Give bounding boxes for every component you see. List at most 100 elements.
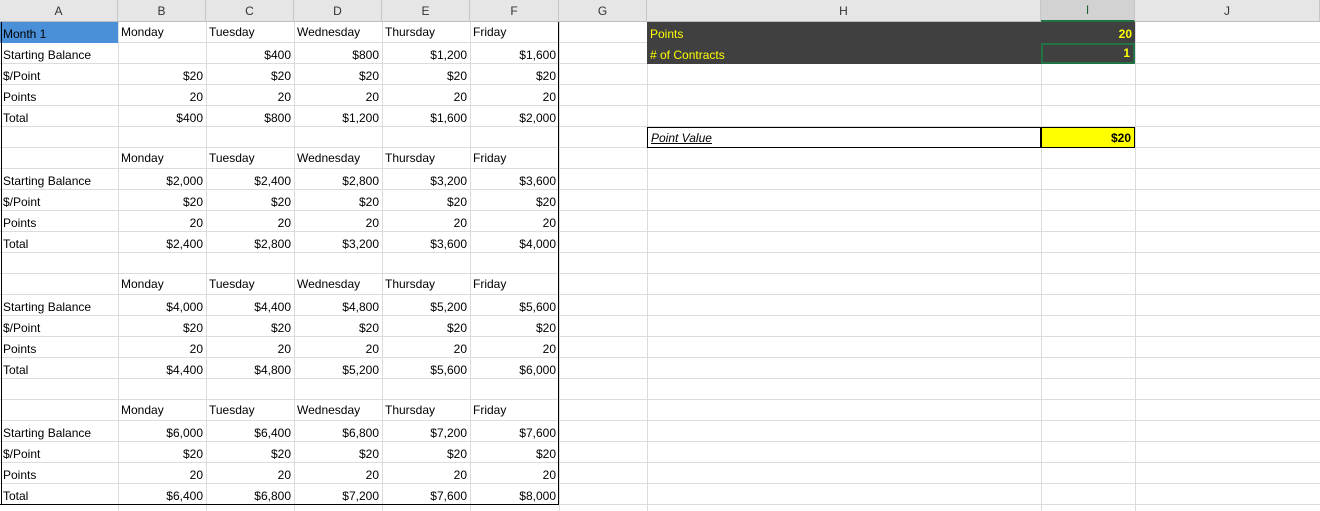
points-value[interactable]: 20 [118, 85, 206, 106]
total-value[interactable]: $400 [118, 106, 206, 127]
starting-balance-value[interactable]: $1,600 [470, 43, 559, 64]
starting-balance-value[interactable]: $5,600 [470, 295, 559, 316]
column-header-h[interactable]: H [647, 0, 1041, 22]
row-label-starting-balance[interactable]: Starting Balance [0, 295, 118, 316]
total-value[interactable]: $6,000 [470, 358, 559, 379]
day-header-friday[interactable]: Friday [470, 148, 559, 169]
column-header-d[interactable]: D [294, 0, 382, 22]
points-value[interactable]: 20 [294, 85, 382, 106]
points-param-label[interactable]: Points [647, 22, 1041, 43]
points-value[interactable]: 20 [470, 463, 559, 484]
day-header-monday[interactable]: Monday [118, 274, 206, 295]
per-point-value[interactable]: $20 [294, 442, 382, 463]
total-value[interactable]: $3,600 [382, 232, 470, 253]
total-value[interactable]: $4,800 [206, 358, 294, 379]
starting-balance-value[interactable]: $800 [294, 43, 382, 64]
month-label-cell[interactable]: Month 1 [0, 22, 118, 43]
points-value[interactable]: 20 [382, 337, 470, 358]
starting-balance-value[interactable]: $6,400 [206, 421, 294, 442]
points-value[interactable]: 20 [470, 211, 559, 232]
column-header-f[interactable]: F [470, 0, 559, 22]
per-point-value[interactable]: $20 [118, 64, 206, 85]
day-header-tuesday[interactable]: Tuesday [206, 274, 294, 295]
column-header-e[interactable]: E [382, 0, 470, 22]
per-point-value[interactable]: $20 [206, 64, 294, 85]
day-header-friday[interactable]: Friday [470, 400, 559, 421]
starting-balance-value[interactable] [118, 43, 206, 64]
starting-balance-value[interactable]: $2,800 [294, 169, 382, 190]
day-header-friday[interactable]: Friday [470, 274, 559, 295]
row-label-per-point[interactable]: $/Point [0, 64, 118, 85]
total-value[interactable]: $1,600 [382, 106, 470, 127]
row-label-starting-balance[interactable]: Starting Balance [0, 43, 118, 64]
row-label-per-point[interactable]: $/Point [0, 190, 118, 211]
total-value[interactable]: $5,600 [382, 358, 470, 379]
day-header-tuesday[interactable]: Tuesday [206, 148, 294, 169]
per-point-value[interactable]: $20 [294, 64, 382, 85]
row-label-points[interactable]: Points [0, 211, 118, 232]
points-value[interactable]: 20 [382, 211, 470, 232]
starting-balance-value[interactable]: $400 [206, 43, 294, 64]
day-header-wednesday[interactable]: Wednesday [294, 148, 382, 169]
total-value[interactable]: $4,000 [470, 232, 559, 253]
day-header-tuesday[interactable]: Tuesday [206, 400, 294, 421]
column-header-b[interactable]: B [118, 0, 206, 22]
per-point-value[interactable]: $20 [294, 190, 382, 211]
point-value-label[interactable]: Point Value [647, 127, 1041, 148]
total-value[interactable]: $5,200 [294, 358, 382, 379]
points-value[interactable]: 20 [382, 463, 470, 484]
day-header-monday[interactable]: Monday [118, 22, 206, 43]
points-value[interactable]: 20 [206, 463, 294, 484]
total-value[interactable]: $2,000 [470, 106, 559, 127]
row-label-starting-balance[interactable]: Starting Balance [0, 421, 118, 442]
starting-balance-value[interactable]: $4,000 [118, 295, 206, 316]
points-value[interactable]: 20 [294, 337, 382, 358]
column-header-a[interactable]: A [0, 0, 118, 22]
total-value[interactable]: $6,400 [118, 484, 206, 505]
per-point-value[interactable]: $20 [206, 190, 294, 211]
per-point-value[interactable]: $20 [382, 316, 470, 337]
day-header-wednesday[interactable]: Wednesday [294, 400, 382, 421]
per-point-value[interactable]: $20 [294, 316, 382, 337]
per-point-value[interactable]: $20 [118, 442, 206, 463]
points-value[interactable]: 20 [294, 463, 382, 484]
starting-balance-value[interactable]: $4,400 [206, 295, 294, 316]
row-label-points[interactable]: Points [0, 337, 118, 358]
points-value[interactable]: 20 [470, 337, 559, 358]
row-label-total[interactable]: Total [0, 106, 118, 127]
per-point-value[interactable]: $20 [206, 442, 294, 463]
points-value[interactable]: 20 [470, 85, 559, 106]
points-value[interactable]: 20 [118, 211, 206, 232]
points-value[interactable]: 20 [206, 85, 294, 106]
day-header-wednesday[interactable]: Wednesday [294, 22, 382, 43]
starting-balance-value[interactable]: $4,800 [294, 295, 382, 316]
total-value[interactable]: $1,200 [294, 106, 382, 127]
day-header-thursday[interactable]: Thursday [382, 400, 470, 421]
day-header-monday[interactable]: Monday [118, 148, 206, 169]
day-header-thursday[interactable]: Thursday [382, 148, 470, 169]
column-header-g[interactable]: G [559, 0, 647, 22]
column-header-c[interactable]: C [206, 0, 294, 22]
starting-balance-value[interactable]: $3,600 [470, 169, 559, 190]
total-value[interactable]: $8,000 [470, 484, 559, 505]
column-header-i[interactable]: I [1041, 0, 1135, 22]
starting-balance-value[interactable]: $7,600 [470, 421, 559, 442]
per-point-value[interactable]: $20 [118, 190, 206, 211]
starting-balance-value[interactable]: $2,400 [206, 169, 294, 190]
day-header-thursday[interactable]: Thursday [382, 22, 470, 43]
day-header-thursday[interactable]: Thursday [382, 274, 470, 295]
points-value[interactable]: 20 [294, 211, 382, 232]
point-value-value[interactable]: $20 [1041, 127, 1135, 148]
row-label-per-point[interactable]: $/Point [0, 442, 118, 463]
day-header-tuesday[interactable]: Tuesday [206, 22, 294, 43]
points-value[interactable]: 20 [118, 337, 206, 358]
row-label-total[interactable]: Total [0, 484, 118, 505]
contracts-param-label[interactable]: # of Contracts [647, 43, 1041, 64]
total-value[interactable]: $2,800 [206, 232, 294, 253]
points-value[interactable]: 20 [206, 337, 294, 358]
per-point-value[interactable]: $20 [382, 190, 470, 211]
per-point-value[interactable]: $20 [470, 316, 559, 337]
total-value[interactable]: $800 [206, 106, 294, 127]
points-value[interactable]: 20 [118, 463, 206, 484]
starting-balance-value[interactable]: $1,200 [382, 43, 470, 64]
